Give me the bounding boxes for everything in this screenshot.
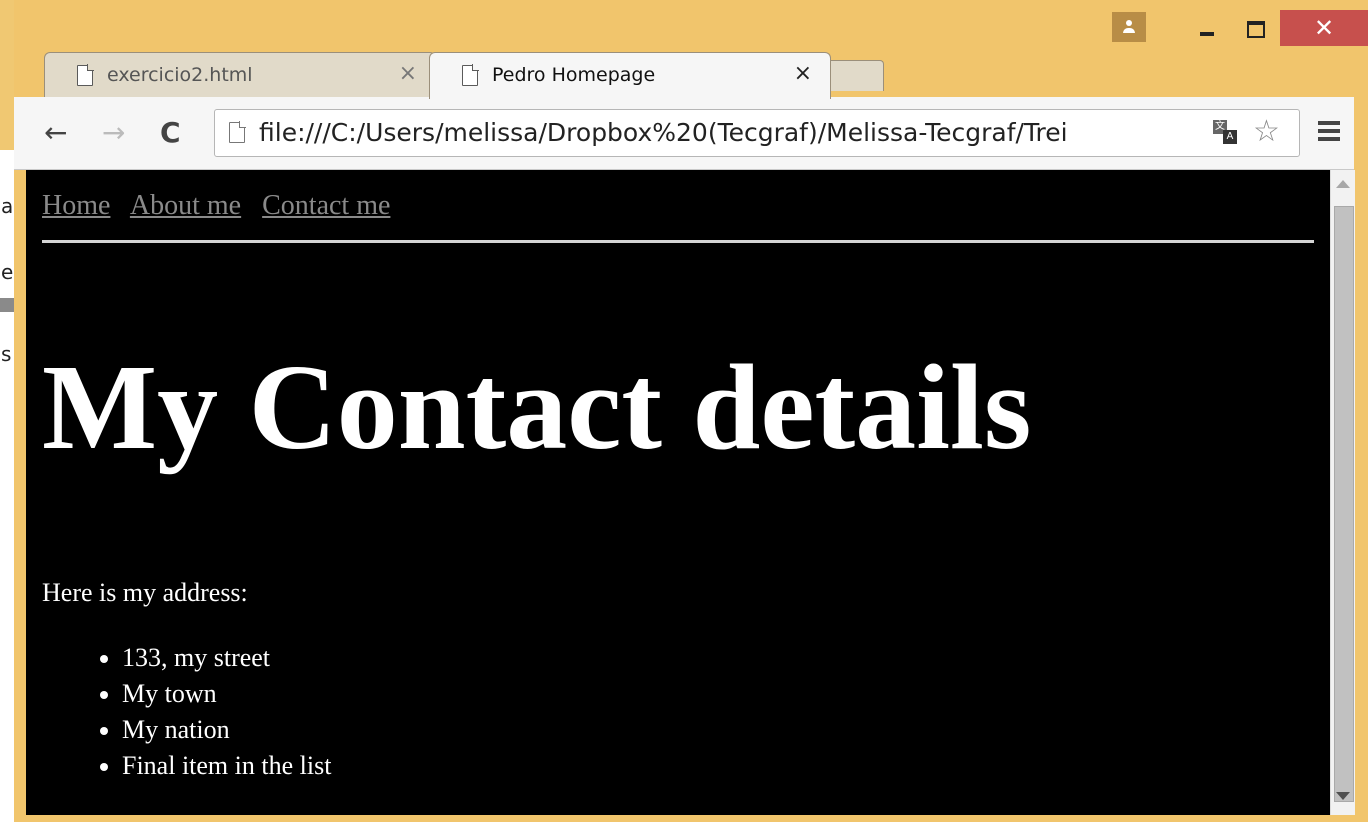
minimize-icon: [1200, 32, 1214, 36]
close-icon: ✕: [1313, 14, 1335, 42]
close-window-button[interactable]: ✕: [1280, 10, 1368, 46]
maximize-button[interactable]: [1232, 12, 1280, 46]
list-item: 133, my street: [122, 640, 331, 676]
maximize-icon: [1247, 20, 1265, 38]
document-icon: [77, 64, 94, 86]
translate-icon[interactable]: 文A: [1213, 120, 1239, 146]
background-text-fragment: a: [1, 194, 14, 218]
list-item: My nation: [122, 712, 331, 748]
background-text-fragment: s: [1, 342, 12, 366]
bookmark-star-icon[interactable]: ☆: [1253, 114, 1280, 149]
tab-title: Pedro Homepage: [492, 64, 656, 86]
document-icon: [462, 64, 479, 86]
nav-link-contact[interactable]: Contact me: [262, 190, 390, 221]
horizontal-rule: [42, 240, 1314, 243]
scroll-down-arrow-icon[interactable]: [1336, 792, 1350, 800]
user-icon: [1122, 20, 1136, 34]
list-item: My town: [122, 676, 331, 712]
nav-link-about[interactable]: About me: [130, 190, 241, 221]
background-window: a e s: [0, 150, 15, 822]
background-text-fragment: e: [1, 260, 14, 284]
address-list: 133, my street My town My nation Final i…: [82, 640, 331, 784]
address-intro: Here is my address:: [42, 578, 248, 607]
page-nav: Home About me Contact me: [42, 190, 404, 222]
browser-toolbar: ← → C file:///C:/Users/melissa/Dropbox%2…: [14, 97, 1354, 170]
address-bar[interactable]: file:///C:/Users/melissa/Dropbox%20(Tecg…: [214, 109, 1300, 157]
nav-link-home[interactable]: Home: [42, 190, 110, 221]
tab-exercicio2[interactable]: exercicio2.html ×: [44, 52, 436, 99]
forward-button[interactable]: →: [102, 117, 125, 149]
tab-title: exercicio2.html: [107, 64, 253, 86]
url-text[interactable]: file:///C:/Users/melissa/Dropbox%20(Tecg…: [259, 118, 1209, 147]
tab-pedro-homepage[interactable]: Pedro Homepage ×: [429, 52, 831, 99]
back-button[interactable]: ←: [44, 117, 67, 149]
user-profile-button[interactable]: [1112, 12, 1146, 42]
scroll-up-arrow-icon[interactable]: [1336, 180, 1350, 188]
vertical-scrollbar[interactable]: [1330, 170, 1355, 815]
scroll-thumb[interactable]: [1334, 206, 1354, 802]
page-heading: My Contact details: [42, 340, 1032, 475]
menu-icon[interactable]: [1318, 121, 1340, 145]
background-scroll-bar: [0, 298, 14, 312]
tab-close-button[interactable]: ×: [794, 61, 812, 86]
minimize-button[interactable]: [1182, 12, 1232, 46]
window-frame-bottom: [14, 815, 1368, 822]
reload-button[interactable]: C: [160, 117, 181, 149]
page-info-icon[interactable]: [229, 121, 246, 143]
list-item: Final item in the list: [122, 748, 331, 784]
tab-close-button[interactable]: ×: [399, 61, 417, 86]
page-viewport: Home About me Contact me My Contact deta…: [26, 170, 1330, 815]
